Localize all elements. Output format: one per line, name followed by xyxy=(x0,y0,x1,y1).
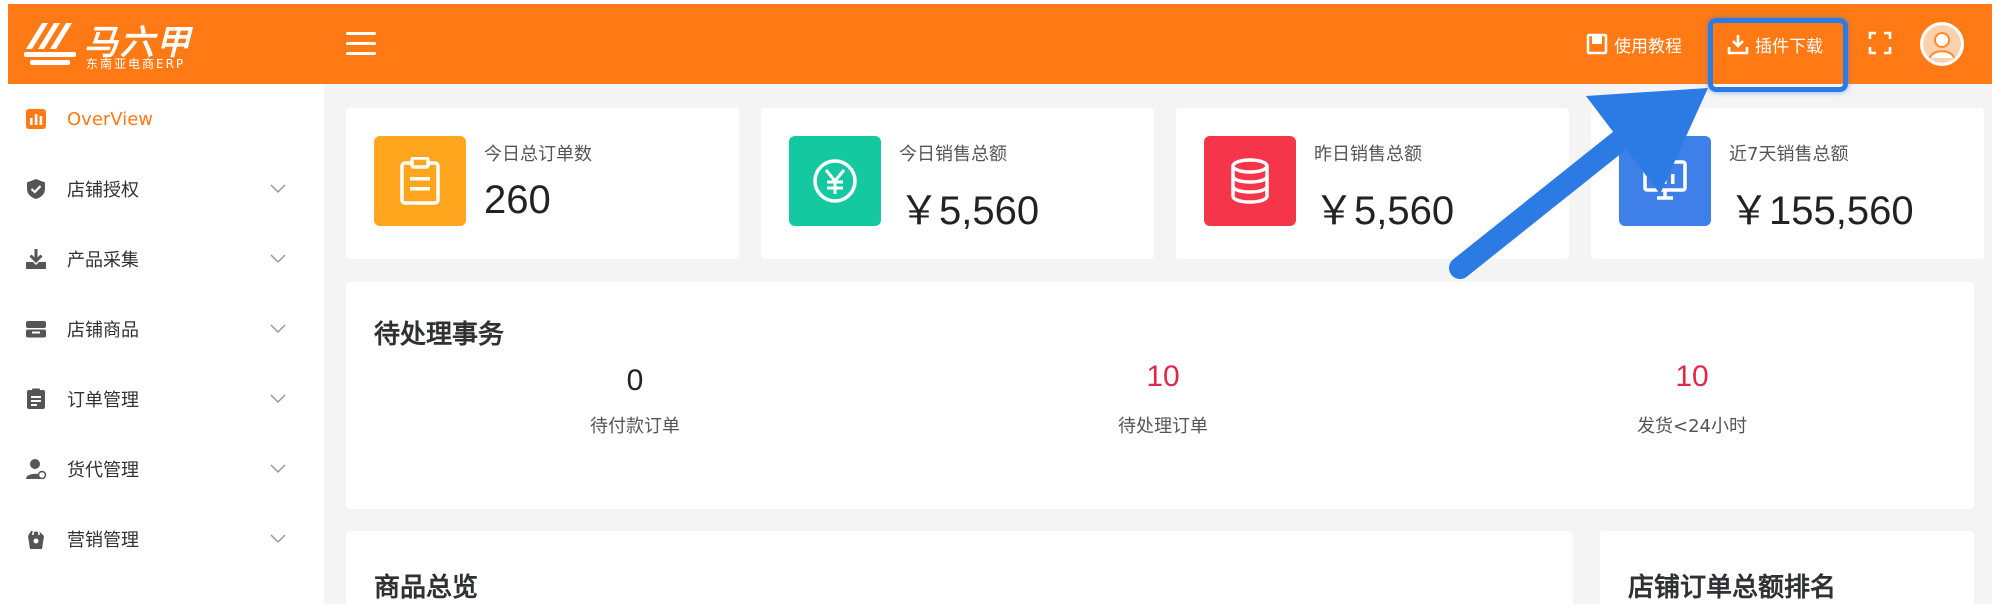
sidebar-item-label: 产品采集 xyxy=(67,250,139,271)
chevron-down-icon xyxy=(270,464,286,474)
pending-item-ship-24h[interactable]: 10 发货<24小时 xyxy=(1542,360,1842,438)
chevron-down-icon xyxy=(270,184,286,194)
chevron-down-icon xyxy=(270,534,286,544)
sidebar-item-label: 店铺商品 xyxy=(67,320,139,341)
chevron-down-icon xyxy=(270,394,286,404)
fullscreen-icon[interactable] xyxy=(1868,31,1892,55)
sidebar-item-forwarder[interactable]: 货代管理 xyxy=(8,434,324,504)
pending-value: 0 xyxy=(626,364,644,397)
ranking-title: 店铺订单总额排名 xyxy=(1628,573,1837,603)
download-highlight-box xyxy=(1708,18,1848,92)
store-icon xyxy=(26,321,46,338)
clipboard-icon xyxy=(400,157,440,205)
stat-card-yesterday-sales: 昨日销售总额 ￥5,560 xyxy=(1176,108,1569,259)
tutorial-button[interactable]: 使用教程 xyxy=(1586,30,1682,58)
user-avatar-icon xyxy=(1923,25,1961,63)
chevron-down-icon xyxy=(270,324,286,334)
shop-ranking-card: 店铺订单总额排名 xyxy=(1600,531,1974,604)
stat-card-today-sales: 今日销售总额 ￥5,560 xyxy=(761,108,1154,259)
stat-icon-box xyxy=(1204,136,1296,226)
stat-label: 今日总订单数 xyxy=(484,144,592,165)
shield-check-icon xyxy=(27,179,45,199)
pending-value: 10 xyxy=(1675,360,1709,393)
stat-icon-box xyxy=(789,136,881,226)
stat-card-today-orders: 今日总订单数 260 xyxy=(346,108,739,259)
stat-value: 260 xyxy=(484,178,551,222)
clipboard-icon xyxy=(27,388,45,409)
monitor-chart-icon xyxy=(1643,160,1687,200)
logo[interactable]: 马六甲 东南亚电商ERP xyxy=(22,17,232,73)
stat-value: ￥155,560 xyxy=(1729,189,1914,233)
database-icon xyxy=(1231,158,1269,204)
sidebar-item-label: 货代管理 xyxy=(67,460,139,481)
stat-label: 昨日销售总额 xyxy=(1314,144,1422,165)
pending-item-to-process[interactable]: 10 待处理订单 xyxy=(1013,360,1313,438)
pending-title: 待处理事务 xyxy=(374,320,505,350)
pending-value: 10 xyxy=(1146,360,1180,393)
pending-tasks-card: 待处理事务 0 待付款订单 10 待处理订单 10 发货<24小时 xyxy=(346,282,1974,509)
logo-mark-icon xyxy=(24,23,76,65)
sidebar-item-orders[interactable]: 订单管理 xyxy=(8,364,324,434)
book-icon xyxy=(1586,33,1608,55)
sidebar-item-overview[interactable]: OverView xyxy=(8,84,324,154)
stat-value: ￥5,560 xyxy=(1314,189,1455,233)
stat-value: ￥5,560 xyxy=(899,189,1040,233)
pending-item-unpaid[interactable]: 0 待付款订单 xyxy=(485,364,785,438)
logo-subtitle: 东南亚电商ERP xyxy=(86,57,186,71)
top-header: 马六甲 东南亚电商ERP 使用教程 插件下载 xyxy=(8,4,1992,84)
avatar[interactable] xyxy=(1920,22,1964,66)
chevron-down-icon xyxy=(270,254,286,264)
app-window: 马六甲 东南亚电商ERP 使用教程 插件下载 OverView 店铺授权 产品采… xyxy=(8,4,1992,604)
sidebar-item-label: 店铺授权 xyxy=(67,180,139,201)
stat-card-7day-sales: 近7天销售总额 ￥155,560 xyxy=(1591,108,1984,259)
tutorial-label: 使用教程 xyxy=(1614,36,1682,57)
sidebar-item-marketing[interactable]: 营销管理 xyxy=(8,504,324,574)
sidebar-item-label: 订单管理 xyxy=(67,390,139,411)
sidebar-item-shop-auth[interactable]: 店铺授权 xyxy=(8,154,324,224)
user-icon xyxy=(26,459,47,480)
sidebar-item-shop-products[interactable]: 店铺商品 xyxy=(8,294,324,364)
stat-label: 近7天销售总额 xyxy=(1729,144,1849,165)
pending-label: 待付款订单 xyxy=(590,416,680,437)
sidebar-item-label: OverView xyxy=(67,108,154,130)
bar-chart-icon xyxy=(26,109,46,129)
stat-icon-box xyxy=(374,136,466,226)
stat-icon-box xyxy=(1619,136,1711,226)
yen-circle-icon xyxy=(813,159,857,203)
sidebar-item-label: 营销管理 xyxy=(67,530,139,551)
stat-label: 今日销售总额 xyxy=(899,144,1007,165)
sidebar-item-product-collect[interactable]: 产品采集 xyxy=(8,224,324,294)
menu-toggle-icon[interactable] xyxy=(346,32,378,56)
sidebar-item-more[interactable] xyxy=(8,574,324,604)
sidebar: OverView 店铺授权 产品采集 店铺商品 订单管理 货代管理 营销管理 xyxy=(8,84,324,604)
product-overview-card: 商品总览 xyxy=(346,531,1573,604)
document-icon xyxy=(25,598,47,604)
pending-label: 发货<24小时 xyxy=(1637,416,1747,437)
download-icon xyxy=(26,249,46,269)
shopping-bag-icon xyxy=(28,529,44,549)
overview-title: 商品总览 xyxy=(374,573,479,603)
pending-label: 待处理订单 xyxy=(1118,416,1208,437)
